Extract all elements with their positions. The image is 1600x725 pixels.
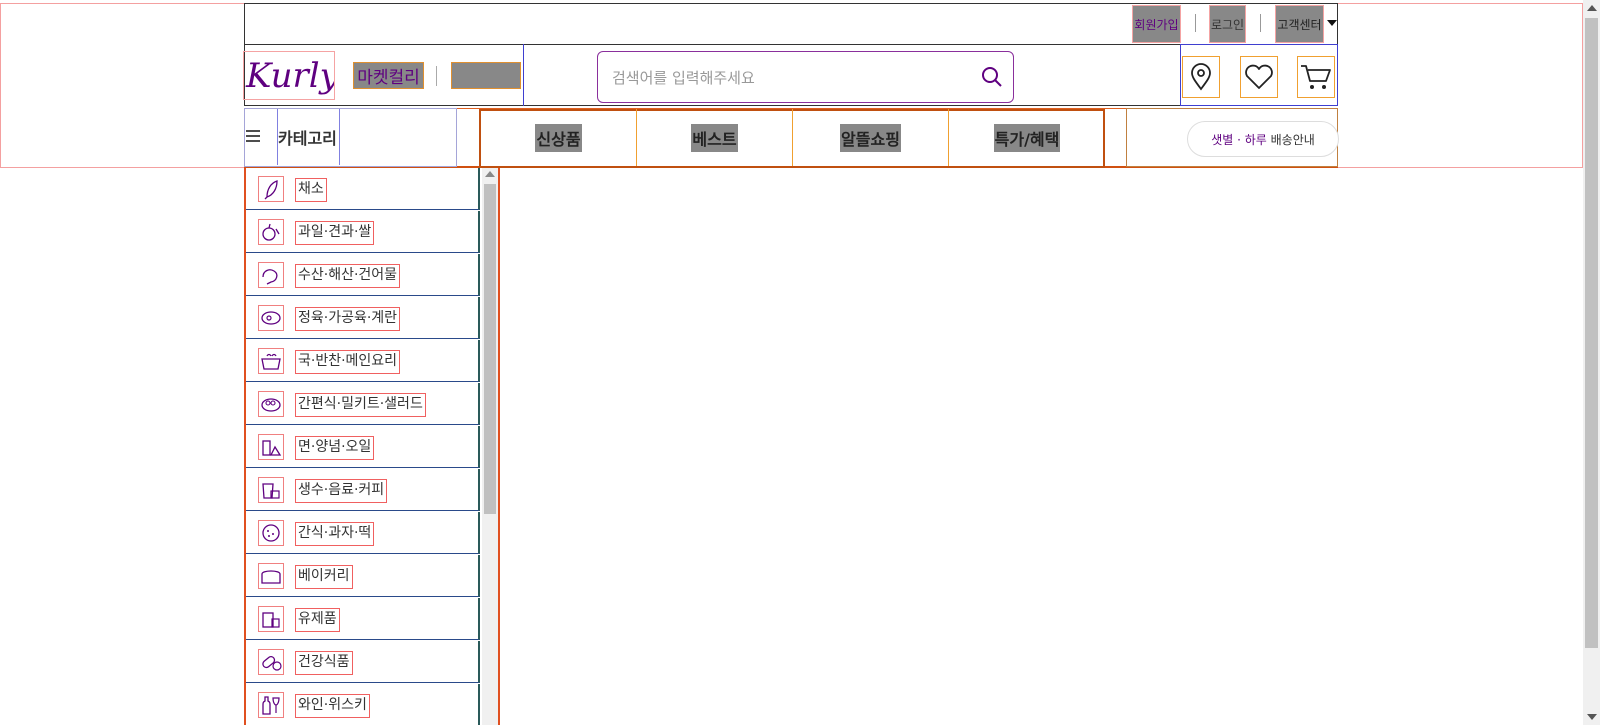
scroll-down-arrow-icon[interactable] — [1587, 714, 1597, 720]
category-menu-button[interactable] — [244, 108, 457, 167]
drink-icon — [258, 477, 284, 503]
category-item[interactable]: 간편식·밀키트·샐러드 — [246, 383, 480, 425]
svg-text:Kurly: Kurly — [245, 56, 334, 96]
wishlist-button[interactable] — [1240, 56, 1278, 98]
location-button[interactable] — [1182, 56, 1220, 98]
category-item[interactable]: 과일·견과·쌀 — [246, 211, 480, 253]
kurly-logo[interactable]: Kurly — [243, 51, 340, 100]
category-item[interactable]: 베이커리 — [246, 555, 480, 597]
category-item[interactable]: 간식·과자·떡 — [246, 512, 480, 554]
tab-label: 신상품 — [535, 123, 582, 152]
category-label[interactable]: 카테고리 — [277, 109, 340, 165]
category-item[interactable]: 정육·가공육·계란 — [246, 297, 480, 339]
salad-icon — [258, 391, 284, 417]
scroll-up-arrow-icon[interactable] — [1587, 5, 1597, 11]
page-scrollbar[interactable] — [1583, 0, 1600, 725]
cart-icon — [1301, 65, 1331, 89]
health-icon — [258, 649, 284, 675]
category-item[interactable]: 채소 — [246, 168, 480, 210]
cart-button[interactable] — [1297, 56, 1335, 98]
category-item[interactable]: 면·양념·오일 — [246, 426, 480, 468]
login-link[interactable]: 로그인 — [1209, 5, 1246, 43]
category-item-label: 베이커리 — [295, 565, 353, 589]
category-item-label: 과일·견과·쌀 — [295, 221, 375, 245]
scrollbar-thumb[interactable] — [1585, 18, 1598, 648]
category-item-label: 수산·해산·건어물 — [295, 264, 401, 288]
scrollbar-thumb[interactable] — [484, 184, 496, 514]
location-pin-icon — [1191, 63, 1211, 91]
category-item[interactable]: 유제품 — [246, 598, 480, 640]
category-item-label: 면·양념·오일 — [295, 436, 375, 460]
category-item-label: 국·반찬·메인요리 — [295, 350, 401, 374]
category-item[interactable]: 국·반찬·메인요리 — [246, 340, 480, 382]
wine-icon — [258, 692, 284, 718]
heart-icon — [1245, 64, 1273, 89]
seafood-icon — [258, 262, 284, 288]
category-item-label: 유제품 — [295, 608, 340, 632]
category-item-label: 채소 — [295, 178, 327, 202]
tab-bargain[interactable]: 알뜰쇼핑 — [793, 109, 949, 166]
category-item[interactable]: 수산·해산·건어물 — [246, 254, 480, 296]
beauty-kurly-tab[interactable] — [451, 62, 521, 89]
tab-best[interactable]: 베스트 — [637, 109, 793, 166]
bread-icon — [258, 563, 284, 589]
vegetable-icon — [258, 176, 284, 202]
search-icon[interactable] — [979, 64, 1005, 90]
category-item-label: 간편식·밀키트·샐러드 — [295, 393, 426, 417]
category-item[interactable]: 와인·위스키 — [246, 684, 480, 725]
delivery-guide-text: 배송안내 — [1266, 132, 1315, 147]
delivery-info-area: 샛별 · 하루 배송안내 — [1126, 108, 1339, 167]
delivery-info-button[interactable]: 샛별 · 하루 배송안내 — [1187, 121, 1339, 157]
divider — [436, 66, 437, 86]
meat-icon — [258, 305, 284, 331]
soup-icon — [258, 348, 284, 374]
tab-special-offers[interactable]: 특가/혜택 — [949, 109, 1105, 166]
tab-label: 베스트 — [691, 123, 738, 152]
category-item-label: 정육·가공육·계란 — [295, 307, 401, 331]
category-dropdown: 채소과일·견과·쌀수산·해산·건어물정육·가공육·계란국·반찬·메인요리간편식·… — [244, 168, 500, 725]
divider — [1260, 14, 1261, 32]
category-item-label: 생수·음료·커피 — [295, 479, 388, 503]
category-item[interactable]: 건강식품 — [246, 641, 480, 683]
snack-icon — [258, 520, 284, 546]
divider — [1195, 14, 1196, 32]
category-item-label: 건강식품 — [295, 651, 353, 675]
customer-center-link[interactable]: 고객센터 — [1275, 5, 1324, 43]
category-item-label: 간식·과자·떡 — [295, 522, 375, 546]
fruit-icon — [258, 219, 284, 245]
market-kurly-tab[interactable]: 마켓컬리 — [353, 62, 424, 89]
tab-label: 알뜰쇼핑 — [840, 123, 901, 152]
hamburger-icon[interactable] — [245, 128, 261, 144]
noodle-icon — [258, 434, 284, 460]
search-box — [597, 51, 1014, 103]
tab-new-products[interactable]: 신상품 — [481, 109, 637, 166]
category-item[interactable]: 생수·음료·커피 — [246, 469, 480, 511]
category-item-label: 와인·위스키 — [295, 694, 370, 718]
tab-label: 특가/혜택 — [993, 123, 1061, 152]
scroll-up-arrow-icon[interactable] — [485, 171, 495, 177]
category-scrollbar[interactable] — [482, 168, 498, 725]
delivery-type-text: 샛별 · 하루 — [1211, 132, 1267, 147]
dairy-icon — [258, 606, 284, 632]
chevron-down-icon[interactable] — [1327, 20, 1337, 26]
signup-link[interactable]: 회원가입 — [1132, 5, 1181, 43]
search-input[interactable] — [610, 66, 974, 90]
